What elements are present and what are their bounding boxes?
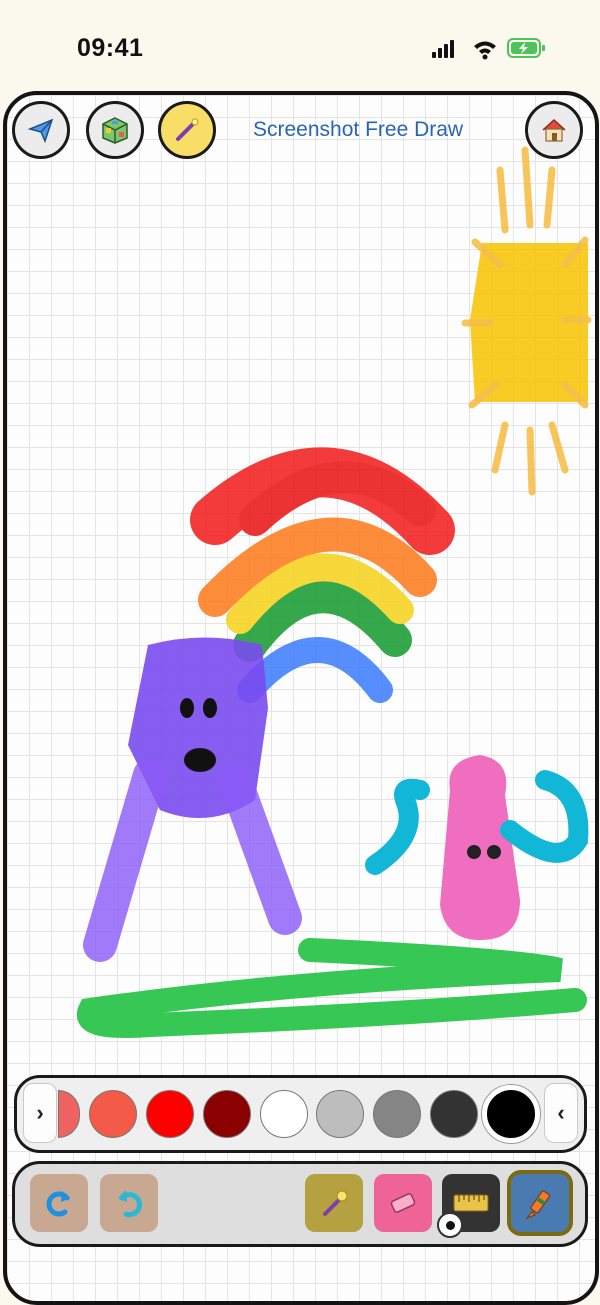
share-icon	[27, 118, 54, 144]
sun-drawing	[461, 146, 592, 496]
redo-icon	[46, 1191, 70, 1217]
home-icon	[542, 118, 566, 142]
stickers-button[interactable]	[86, 101, 144, 159]
palette-prev-button[interactable]: ›	[23, 1083, 57, 1143]
eraser-button[interactable]	[374, 1174, 432, 1232]
brush-size-indicator	[437, 1212, 463, 1238]
puzzle-cube-icon	[102, 117, 128, 144]
color-swatch-dark-gray[interactable]	[430, 1090, 478, 1138]
magic-wand-tool-icon	[323, 1190, 348, 1216]
color-swatch-tomato[interactable]	[89, 1090, 137, 1138]
share-button[interactable]	[12, 101, 70, 159]
palette-next-button[interactable]: ‹	[544, 1083, 578, 1143]
magic-wand-button[interactable]	[158, 101, 216, 159]
undo-icon	[118, 1190, 142, 1218]
color-swatch-black-selected[interactable]	[482, 1085, 540, 1143]
color-swatch-white[interactable]	[260, 1090, 308, 1138]
page-title: Screenshot Free Draw	[253, 118, 464, 141]
redo-button[interactable]	[30, 1174, 88, 1232]
color-swatch-dark-red[interactable]	[203, 1090, 251, 1138]
color-swatch-light-gray[interactable]	[316, 1090, 364, 1138]
purple-monster-drawing	[83, 637, 302, 962]
color-swatch-gray[interactable]	[373, 1090, 421, 1138]
home-button[interactable]	[525, 101, 583, 159]
undo-button[interactable]	[100, 1174, 158, 1232]
magic-wand-icon	[176, 118, 199, 141]
crayon-icon	[525, 1190, 550, 1220]
magic-wand-tool-button[interactable]	[305, 1174, 363, 1232]
crayon-button[interactable]	[507, 1170, 573, 1236]
pink-creature-drawing	[365, 755, 589, 940]
eraser-icon	[390, 1193, 416, 1213]
brush-size-ruler-icon	[453, 1194, 489, 1212]
color-swatch-red[interactable]	[146, 1090, 194, 1138]
green-scribble-drawing	[76, 938, 587, 1038]
tool-bar	[12, 1161, 588, 1247]
